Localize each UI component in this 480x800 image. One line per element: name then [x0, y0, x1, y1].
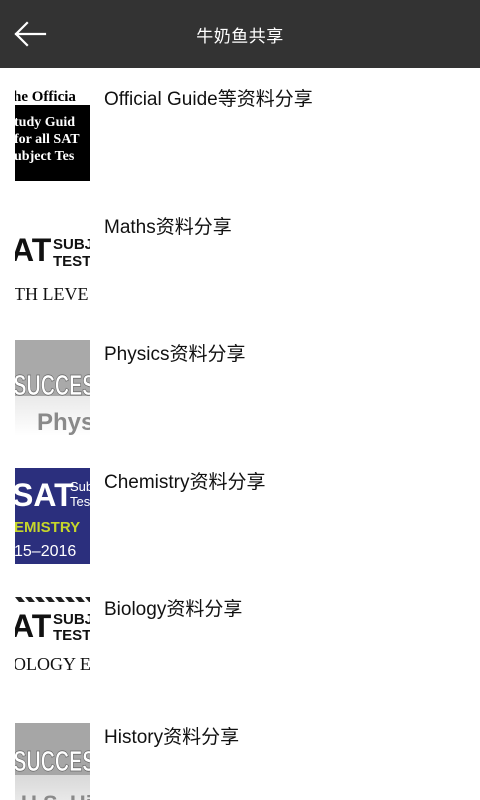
cover-line: EMISTRY — [15, 519, 80, 536]
app-header: 牛奶鱼共享 — [0, 0, 480, 68]
item-label: History资料分享 — [104, 726, 240, 748]
cover-line: TEST — [53, 253, 90, 270]
cover-line: for all SAT — [15, 132, 80, 147]
book-cover-maths: AT SUBJ TEST TH LEVE — [15, 212, 90, 309]
book-cover-physics: SUCCES Physi — [15, 340, 90, 436]
cover-line: AT — [15, 232, 52, 268]
resource-list: he Officia tudy Guid for all SAT ubject … — [0, 68, 480, 800]
cover-line: OLOGY E — [15, 654, 90, 674]
book-cover-history: SUCCES U.S. Hi — [15, 722, 90, 800]
list-item-biology[interactable]: AT SUBJ TEST OLOGY E Biology资料分享 — [0, 578, 480, 706]
book-cover-official-guide: he Officia tudy Guid for all SAT ubject … — [15, 85, 90, 181]
cover-line: 15–2016 — [15, 543, 76, 560]
cover-line: TH LEVE — [15, 284, 88, 304]
book-cover-biology: AT SUBJ TEST OLOGY E — [15, 595, 90, 691]
cover-line: SUBJ — [53, 611, 90, 628]
cover-line: U.S. Hi — [21, 791, 90, 800]
item-label: Biology资料分享 — [104, 599, 243, 620]
cover-line: TEST — [53, 627, 90, 644]
cover-line: Physi — [37, 409, 90, 436]
page-title: 牛奶鱼共享 — [196, 26, 284, 46]
cover-line: Test — [70, 494, 90, 509]
cover-line: ubject Tes — [15, 149, 75, 164]
item-label: Chemistry资料分享 — [104, 471, 266, 493]
item-label: Maths资料分享 — [104, 216, 232, 238]
list-item-chemistry[interactable]: SAT Sub Test EMISTRY 15–2016 Chemistry资料… — [0, 451, 480, 579]
cover-line: SUCCES — [15, 746, 90, 778]
cover-line: SUCCES — [15, 371, 90, 403]
cover-line: tudy Guid — [15, 115, 75, 130]
item-label: Official Guide等资料分享 — [104, 89, 313, 110]
list-item-physics[interactable]: SUCCES Physi Physics资料分享 — [0, 323, 480, 451]
cover-line: SAT — [15, 477, 74, 513]
list-item-history[interactable]: SUCCES U.S. Hi History资料分享 — [0, 706, 480, 800]
item-label: Physics资料分享 — [104, 344, 246, 365]
book-cover-chemistry: SAT Sub Test EMISTRY 15–2016 — [15, 467, 90, 564]
cover-line: AT — [15, 608, 52, 644]
cover-line: SUBJ — [53, 236, 90, 253]
cover-line: Sub — [70, 479, 90, 494]
list-item-maths[interactable]: AT SUBJ TEST TH LEVE Maths资料分享 — [0, 196, 480, 324]
cover-line: he Officia — [15, 89, 76, 105]
list-item-official-guide[interactable]: he Officia tudy Guid for all SAT ubject … — [0, 68, 480, 196]
